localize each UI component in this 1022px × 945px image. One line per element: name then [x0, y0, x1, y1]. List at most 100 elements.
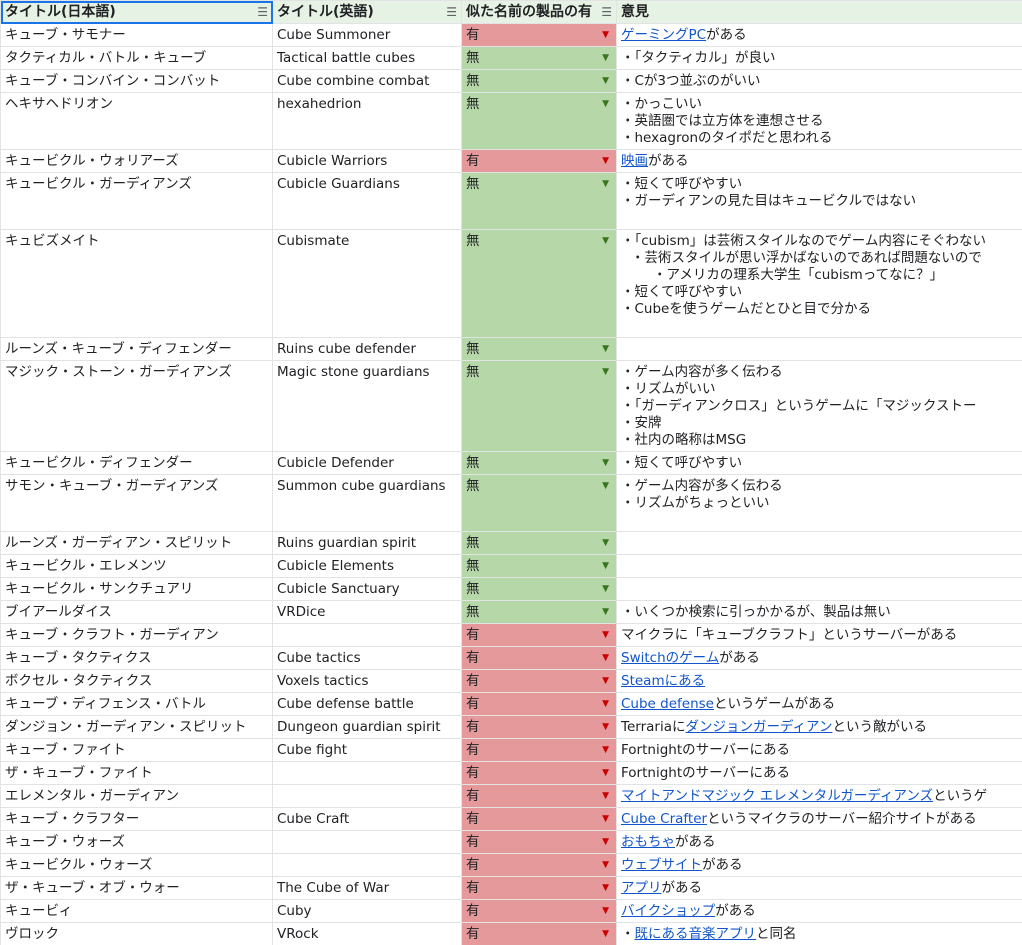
dropdown-arrow-icon[interactable]: ▼	[602, 478, 609, 495]
status-dropdown[interactable]: 無 ▼	[461, 172, 617, 230]
cell-opinion[interactable]: ・「cubism」は芸術スタイルなのでゲーム内容にそぐわない ・芸術スタイルが思い…	[616, 229, 1022, 338]
cell-title-en[interactable]: Voxels tactics	[272, 669, 462, 693]
cell-title-ja[interactable]: キューブ・クラフター	[0, 807, 273, 831]
dropdown-arrow-icon[interactable]: ▼	[602, 604, 609, 621]
cell-title-ja[interactable]: キュビズメイト	[0, 229, 273, 338]
dropdown-arrow-icon[interactable]: ▼	[602, 719, 609, 736]
status-dropdown[interactable]: 無 ▼	[461, 554, 617, 578]
cell-title-en[interactable]: Cube combine combat	[272, 69, 462, 93]
filter-icon[interactable]: ☰	[601, 2, 612, 23]
dropdown-arrow-icon[interactable]: ▼	[602, 96, 609, 113]
cell-title-ja[interactable]: キューブ・ファイト	[0, 738, 273, 762]
cell-opinion[interactable]: ・既にある音楽アプリと同名	[616, 922, 1022, 945]
cell-opinion[interactable]: マイトアンドマジック エレメンタルガーディアンズというゲ	[616, 784, 1022, 808]
dropdown-arrow-icon[interactable]: ▼	[602, 535, 609, 552]
dropdown-arrow-icon[interactable]: ▼	[602, 742, 609, 759]
cell-title-en[interactable]: Cube tactics	[272, 646, 462, 670]
dropdown-arrow-icon[interactable]: ▼	[602, 455, 609, 472]
status-dropdown[interactable]: 無 ▼	[461, 337, 617, 361]
dropdown-arrow-icon[interactable]: ▼	[602, 364, 609, 381]
opinion-link[interactable]: おもちゃ	[621, 834, 675, 850]
dropdown-arrow-icon[interactable]: ▼	[602, 153, 609, 170]
dropdown-arrow-icon[interactable]: ▼	[602, 73, 609, 90]
dropdown-arrow-icon[interactable]: ▼	[602, 233, 609, 250]
opinion-link[interactable]: ウェブサイト	[621, 857, 702, 873]
cell-title-en[interactable]: Ruins cube defender	[272, 337, 462, 361]
cell-title-en[interactable]	[272, 623, 462, 647]
opinion-link[interactable]: 既にある音楽アプリ	[635, 926, 757, 942]
status-dropdown[interactable]: 無 ▼	[461, 600, 617, 624]
cell-title-ja[interactable]: キューブ・ディフェンス・バトル	[0, 692, 273, 716]
dropdown-arrow-icon[interactable]: ▼	[602, 834, 609, 851]
cell-title-ja[interactable]: キュービクル・ガーディアンズ	[0, 172, 273, 230]
opinion-link[interactable]: ゲーミングPC	[621, 27, 706, 43]
status-dropdown[interactable]: 有 ▼	[461, 149, 617, 173]
status-dropdown[interactable]: 無 ▼	[461, 577, 617, 601]
cell-opinion[interactable]	[616, 531, 1022, 555]
cell-opinion[interactable]: おもちゃがある	[616, 830, 1022, 854]
cell-opinion[interactable]: Cube defenseというゲームがある	[616, 692, 1022, 716]
status-dropdown[interactable]: 有 ▼	[461, 738, 617, 762]
cell-title-en[interactable]: Cube fight	[272, 738, 462, 762]
opinion-link[interactable]: Steamにある	[621, 673, 705, 689]
cell-title-en[interactable]: Magic stone guardians	[272, 360, 462, 452]
cell-title-ja[interactable]: サモン・キューブ・ガーディアンズ	[0, 474, 273, 532]
cell-title-en[interactable]: hexahedrion	[272, 92, 462, 150]
cell-title-ja[interactable]: キューブ・クラフト・ガーディアン	[0, 623, 273, 647]
cell-opinion[interactable]: ・Cが3つ並ぶのがいい	[616, 69, 1022, 93]
opinion-link[interactable]: 映画	[621, 153, 648, 169]
opinion-link[interactable]: Cube defense	[621, 696, 714, 712]
dropdown-arrow-icon[interactable]: ▼	[602, 765, 609, 782]
status-dropdown[interactable]: 無 ▼	[461, 229, 617, 338]
status-dropdown[interactable]: 無 ▼	[461, 531, 617, 555]
cell-title-ja[interactable]: ブイアールダイス	[0, 600, 273, 624]
status-dropdown[interactable]: 有 ▼	[461, 692, 617, 716]
cell-opinion[interactable]: ・ゲーム内容が多く伝わる ・リズムがちょっといい	[616, 474, 1022, 532]
cell-title-en[interactable]: VRock	[272, 922, 462, 945]
cell-title-ja[interactable]: キュービィ	[0, 899, 273, 923]
cell-title-en[interactable]: Ruins guardian spirit	[272, 531, 462, 555]
cell-title-en[interactable]: Dungeon guardian spirit	[272, 715, 462, 739]
opinion-link[interactable]: アプリ	[621, 880, 662, 896]
cell-title-ja[interactable]: キューブ・タクティクス	[0, 646, 273, 670]
dropdown-arrow-icon[interactable]: ▼	[602, 811, 609, 828]
cell-title-ja[interactable]: キュービクル・ディフェンダー	[0, 451, 273, 475]
cell-title-ja[interactable]: キュービクル・サンクチュアリ	[0, 577, 273, 601]
filter-icon[interactable]: ☰	[257, 2, 268, 23]
dropdown-arrow-icon[interactable]: ▼	[602, 926, 609, 943]
status-dropdown[interactable]: 無 ▼	[461, 451, 617, 475]
dropdown-arrow-icon[interactable]: ▼	[602, 581, 609, 598]
opinion-link[interactable]: ダンジョンガーディアン	[685, 719, 832, 735]
opinion-link[interactable]: Switchのゲーム	[621, 650, 719, 666]
status-dropdown[interactable]: 有 ▼	[461, 899, 617, 923]
cell-opinion[interactable]: ウェブサイトがある	[616, 853, 1022, 877]
cell-opinion[interactable]: Fortnightのサーバーにある	[616, 761, 1022, 785]
status-dropdown[interactable]: 無 ▼	[461, 474, 617, 532]
cell-title-ja[interactable]: ルーンズ・ガーディアン・スピリット	[0, 531, 273, 555]
status-dropdown[interactable]: 有 ▼	[461, 23, 617, 47]
cell-opinion[interactable]: Switchのゲームがある	[616, 646, 1022, 670]
status-dropdown[interactable]: 無 ▼	[461, 92, 617, 150]
dropdown-arrow-icon[interactable]: ▼	[602, 903, 609, 920]
status-dropdown[interactable]: 無 ▼	[461, 360, 617, 452]
status-dropdown[interactable]: 有 ▼	[461, 715, 617, 739]
cell-title-en[interactable]: Cube defense battle	[272, 692, 462, 716]
header-opinion[interactable]: 意見	[616, 0, 1022, 24]
cell-title-ja[interactable]: キュービクル・エレメンツ	[0, 554, 273, 578]
cell-title-ja[interactable]: キューブ・サモナー	[0, 23, 273, 47]
dropdown-arrow-icon[interactable]: ▼	[602, 627, 609, 644]
cell-title-en[interactable]: The Cube of War	[272, 876, 462, 900]
cell-opinion[interactable]: ・かっこいい ・英語圏では立方体を連想させる ・hexagronのタイポだと思われる	[616, 92, 1022, 150]
status-dropdown[interactable]: 無 ▼	[461, 69, 617, 93]
dropdown-arrow-icon[interactable]: ▼	[602, 857, 609, 874]
status-dropdown[interactable]: 有 ▼	[461, 669, 617, 693]
cell-title-ja[interactable]: ボクセル・タクティクス	[0, 669, 273, 693]
header-title-en[interactable]: タイトル(英語) ☰	[272, 0, 462, 24]
dropdown-arrow-icon[interactable]: ▼	[602, 27, 609, 44]
cell-title-en[interactable]: Cubicle Elements	[272, 554, 462, 578]
cell-title-ja[interactable]: ヘキサヘドリオン	[0, 92, 273, 150]
cell-opinion[interactable]: Fortnightのサーバーにある	[616, 738, 1022, 762]
dropdown-arrow-icon[interactable]: ▼	[602, 50, 609, 67]
dropdown-arrow-icon[interactable]: ▼	[602, 341, 609, 358]
cell-title-ja[interactable]: ルーンズ・キューブ・ディフェンダー	[0, 337, 273, 361]
